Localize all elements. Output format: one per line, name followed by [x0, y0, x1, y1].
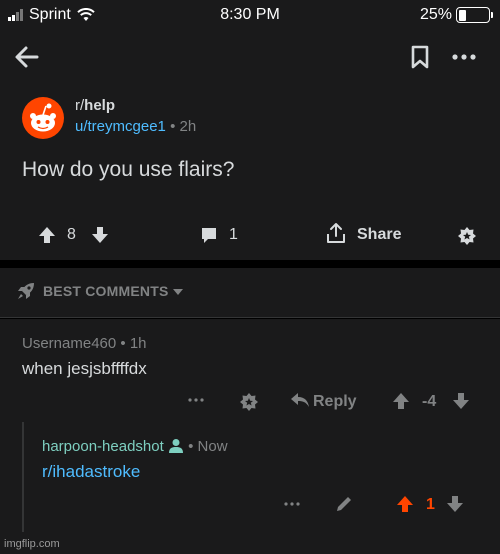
section-divider: [0, 260, 500, 268]
post-card: r/help u/treymcgee1 • 2h How do you use …: [0, 85, 500, 260]
subreddit-avatar[interactable]: [22, 97, 64, 139]
back-arrow-icon[interactable]: [12, 42, 42, 72]
share-button[interactable]: Share: [357, 226, 401, 244]
meta-separator: •: [120, 335, 126, 352]
comment-age: Now: [197, 438, 228, 455]
battery-percent: 25%: [419, 6, 452, 23]
meta-separator: •: [188, 438, 194, 455]
user-icon: [168, 439, 183, 453]
comment-list: Username460 • 1h when jesjsbffffdx Reply…: [0, 319, 500, 554]
post-score: 8: [67, 226, 76, 243]
post-title[interactable]: How do you use flairs?: [22, 158, 234, 182]
subreddit-prefix: r/: [75, 97, 85, 114]
chevron-down-icon: [173, 289, 183, 295]
sort-label: BEST COMMENTS: [43, 283, 169, 299]
comment-icon[interactable]: [200, 226, 218, 244]
comment-author[interactable]: harpoon-headshot: [42, 438, 164, 455]
downvote-icon[interactable]: [452, 392, 470, 410]
battery-icon: [456, 7, 493, 23]
comment-body-link[interactable]: r/ihadastroke: [42, 462, 140, 482]
comment-sort-bar[interactable]: BEST COMMENTS: [0, 268, 500, 318]
subreddit-link[interactable]: r/help: [75, 97, 115, 114]
post-meta: u/treymcgee1 • 2h: [75, 118, 196, 135]
thread-rail[interactable]: [22, 422, 24, 532]
comment-score: -4: [422, 393, 437, 410]
upvote-icon[interactable]: [392, 392, 410, 410]
comment-body: when jesjsbffffdx: [22, 359, 147, 378]
award-icon[interactable]: [457, 225, 477, 245]
status-bar: Sprint 8:30 PM 25%: [0, 0, 500, 30]
share-icon[interactable]: [325, 222, 347, 244]
more-dots-icon[interactable]: [448, 43, 480, 71]
battery-level-fill: [458, 9, 466, 21]
comment-age: 1h: [129, 335, 147, 352]
subreddit-name: help: [84, 97, 116, 114]
comment-meta: harpoon-headshot • Now: [42, 438, 228, 455]
post-author-link[interactable]: u/treymcgee1: [75, 118, 166, 135]
edit-pencil-icon[interactable]: [334, 494, 354, 514]
reply-arrow-icon[interactable]: [290, 392, 310, 408]
more-dots-icon[interactable]: [186, 393, 206, 407]
battery-group: 25%: [419, 6, 493, 24]
bookmark-icon[interactable]: [406, 43, 434, 71]
comment-author[interactable]: Username460: [22, 335, 116, 352]
snoo-icon: [30, 103, 56, 132]
upvote-icon[interactable]: [396, 495, 414, 513]
post-action-bar: 8 1 Share: [0, 220, 500, 250]
watermark: imgflip.com: [4, 538, 60, 550]
downvote-icon[interactable]: [91, 226, 109, 244]
upvote-icon[interactable]: [38, 226, 56, 244]
comment-count[interactable]: 1: [229, 226, 238, 244]
rocket-icon: [18, 283, 34, 299]
reply-button[interactable]: Reply: [313, 393, 357, 411]
post-age: 2h: [179, 118, 197, 135]
comment-meta: Username460 • 1h: [22, 335, 147, 352]
award-icon[interactable]: [239, 391, 259, 411]
meta-separator: •: [170, 118, 176, 135]
post-nav-bar: [0, 30, 500, 85]
downvote-icon[interactable]: [446, 495, 464, 513]
more-dots-icon[interactable]: [282, 497, 302, 511]
comment-score: 1: [426, 496, 435, 513]
